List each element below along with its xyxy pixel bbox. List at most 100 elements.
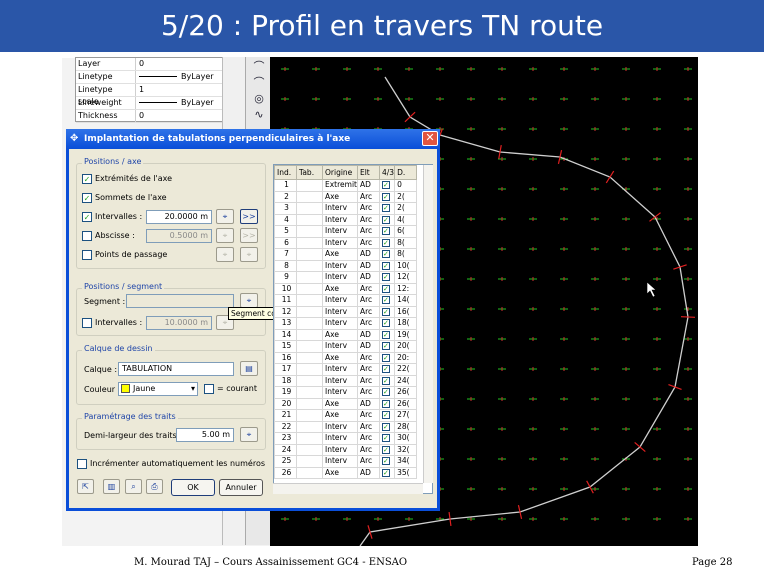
arc-icon[interactable]: ⌒ <box>252 76 266 89</box>
table-row[interactable]: 1 Extremit AD ✓ 0 <box>274 179 418 192</box>
extremites-checkbox[interactable]: ✓ Extrémités de l'axe <box>82 173 172 185</box>
segment-input[interactable] <box>126 294 234 308</box>
table-row[interactable]: 16 Axe Arc ✓ 20: <box>274 351 418 364</box>
check-icon[interactable]: ✓ <box>381 468 390 477</box>
check-icon[interactable]: ✓ <box>381 434 390 443</box>
table-row[interactable]: 10 Axe Arc ✓ 12: <box>274 282 418 295</box>
revcloud-icon[interactable]: ∿ <box>252 108 266 121</box>
print-icon[interactable]: ⎙ <box>146 479 163 494</box>
table-row[interactable]: 20 Axe AD ✓ 26( <box>274 397 418 410</box>
table-row[interactable]: 3 Interv Arc ✓ 2( <box>274 202 418 215</box>
check-icon[interactable]: ✓ <box>381 388 390 397</box>
pick-icon[interactable]: ⌖ <box>240 427 258 442</box>
table-row[interactable]: 26 Axe AD ✓ 35( <box>274 466 418 479</box>
check-icon[interactable]: ✓ <box>381 296 390 305</box>
check-icon[interactable]: ✓ <box>381 342 390 351</box>
intervalles-checkbox[interactable]: ✓ Intervalles : <box>82 211 142 223</box>
check-icon[interactable]: ✓ <box>381 457 390 466</box>
intervalles-input[interactable]: 20.0000 m <box>146 210 212 224</box>
abscisse-input[interactable]: 0.5000 m <box>146 229 212 243</box>
column-header[interactable]: Origine <box>322 165 358 180</box>
column-header[interactable]: 4/3 <box>378 165 396 180</box>
points-passage-checkbox[interactable]: Points de passage <box>82 249 167 261</box>
table-row[interactable]: 21 Axe Arc ✓ 27( <box>274 409 418 422</box>
check-icon[interactable]: ✓ <box>381 215 390 224</box>
property-row[interactable]: Thickness 0 <box>76 110 244 123</box>
table-row[interactable]: 8 Interv AD ✓ 10( <box>274 259 418 272</box>
column-header[interactable]: D. <box>394 165 418 180</box>
zoom-icon[interactable]: ⌕ <box>125 479 142 494</box>
polyline-icon[interactable]: ⌒ <box>252 60 266 73</box>
table-row[interactable]: 11 Interv Arc ✓ 14( <box>274 294 418 307</box>
circle-icon[interactable]: ◎ <box>252 92 266 105</box>
seg-intervalles-input[interactable]: 10.0000 m <box>146 316 212 330</box>
export-icon[interactable]: ⇱ <box>77 479 94 494</box>
table-row[interactable]: 23 Interv Arc ✓ 30( <box>274 432 418 445</box>
check-icon[interactable]: ✓ <box>381 192 390 201</box>
check-icon[interactable]: ✓ <box>381 227 390 236</box>
horizontal-scrollbar[interactable] <box>273 483 423 494</box>
calque-input[interactable]: TABULATION <box>118 362 234 376</box>
check-icon[interactable]: ✓ <box>381 181 390 190</box>
demi-largeur-input[interactable]: 5.00 m <box>176 428 234 442</box>
table-row[interactable]: 2 Axe Arc ✓ 2( <box>274 190 418 203</box>
apply-intervalles-button[interactable]: >> <box>240 209 258 224</box>
courant-checkbox[interactable]: = courant <box>204 383 257 395</box>
chevron-down-icon[interactable]: ▾ <box>191 383 195 395</box>
table-row[interactable]: 19 Interv Arc ✓ 26( <box>274 386 418 399</box>
close-button[interactable]: ✕ <box>422 131 438 146</box>
check-icon[interactable]: ✓ <box>381 330 390 339</box>
check-icon[interactable]: ✓ <box>381 284 390 293</box>
table-row[interactable]: 22 Interv Arc ✓ 28( <box>274 420 418 433</box>
ok-button[interactable]: OK <box>171 479 215 496</box>
table-row[interactable]: 12 Interv Arc ✓ 16( <box>274 305 418 318</box>
table-row[interactable]: 15 Interv AD ✓ 20( <box>274 340 418 353</box>
column-header[interactable]: Tab. <box>296 165 323 180</box>
check-icon[interactable]: ✓ <box>381 365 390 374</box>
check-icon[interactable]: ✓ <box>381 273 390 282</box>
table-row[interactable]: 24 Interv Arc ✓ 32( <box>274 443 418 456</box>
table-row[interactable]: 4 Interv Arc ✓ 4( <box>274 213 418 226</box>
property-row[interactable]: Linetype ByLayer <box>76 71 244 84</box>
table-row[interactable]: 18 Interv Arc ✓ 24( <box>274 374 418 387</box>
check-icon[interactable]: ✓ <box>381 238 390 247</box>
table-row[interactable]: 14 Axe AD ✓ 19( <box>274 328 418 341</box>
cancel-button[interactable]: Annuler <box>219 479 263 496</box>
tabulation-table[interactable]: Ind. Tab. Origine Elt 4/3 D. 1 Extremit AD ✓ 0 2 Axe… <box>273 164 433 494</box>
table-row[interactable]: 13 Interv Arc ✓ 18( <box>274 317 418 330</box>
table-row[interactable]: 7 Axe AD ✓ 8( <box>274 248 418 261</box>
column-header[interactable]: Ind. <box>274 165 297 180</box>
pick-icon[interactable]: ⌖ <box>216 228 234 243</box>
check-icon[interactable]: ✓ <box>381 319 390 328</box>
check-icon[interactable]: ✓ <box>381 204 390 213</box>
column-header[interactable]: Elt <box>356 165 380 180</box>
select-points-icon[interactable]: ⌖ <box>240 247 258 262</box>
table-row[interactable]: 6 Interv Arc ✓ 8( <box>274 236 418 249</box>
check-icon[interactable]: ✓ <box>381 307 390 316</box>
pick-icon[interactable]: ⌖ <box>216 247 234 262</box>
check-icon[interactable]: ✓ <box>381 411 390 420</box>
couleur-select[interactable]: Jaune ▾ <box>118 382 198 396</box>
incrementer-checkbox[interactable]: Incrémenter automatiquement les numéros <box>77 458 265 470</box>
check-icon[interactable]: ✓ <box>381 261 390 270</box>
check-icon[interactable]: ✓ <box>381 250 390 259</box>
vertical-scrollbar[interactable] <box>423 165 433 483</box>
property-row[interactable]: Layer 0 <box>76 58 244 71</box>
table-row[interactable]: 17 Interv Arc ✓ 22( <box>274 363 418 376</box>
property-row[interactable]: Lineweight ByLayer <box>76 97 244 110</box>
pick-icon[interactable]: ⌖ <box>216 209 234 224</box>
abscisse-checkbox[interactable]: Abscisse : <box>82 230 135 242</box>
apply-abscisse-button[interactable]: >> <box>240 228 258 243</box>
check-icon[interactable]: ✓ <box>381 353 390 362</box>
dialog-title-bar[interactable]: ✥ Implantation de tabulations perpendicu… <box>66 129 440 149</box>
check-icon[interactable]: ✓ <box>381 399 390 408</box>
check-icon[interactable]: ✓ <box>381 445 390 454</box>
property-row[interactable]: Linetype scale 1 <box>76 84 244 106</box>
segment-pick-icon[interactable]: ⌖ <box>240 293 258 308</box>
sommets-checkbox[interactable]: ✓ Sommets de l'axe <box>82 192 167 204</box>
check-icon[interactable]: ✓ <box>381 422 390 431</box>
table-row[interactable]: 25 Interv Arc ✓ 34( <box>274 455 418 468</box>
seg-intervalles-checkbox[interactable]: Intervalles : <box>82 317 142 329</box>
layers-icon[interactable]: ▤ <box>240 361 258 376</box>
list-icon[interactable]: ▥ <box>103 479 120 494</box>
